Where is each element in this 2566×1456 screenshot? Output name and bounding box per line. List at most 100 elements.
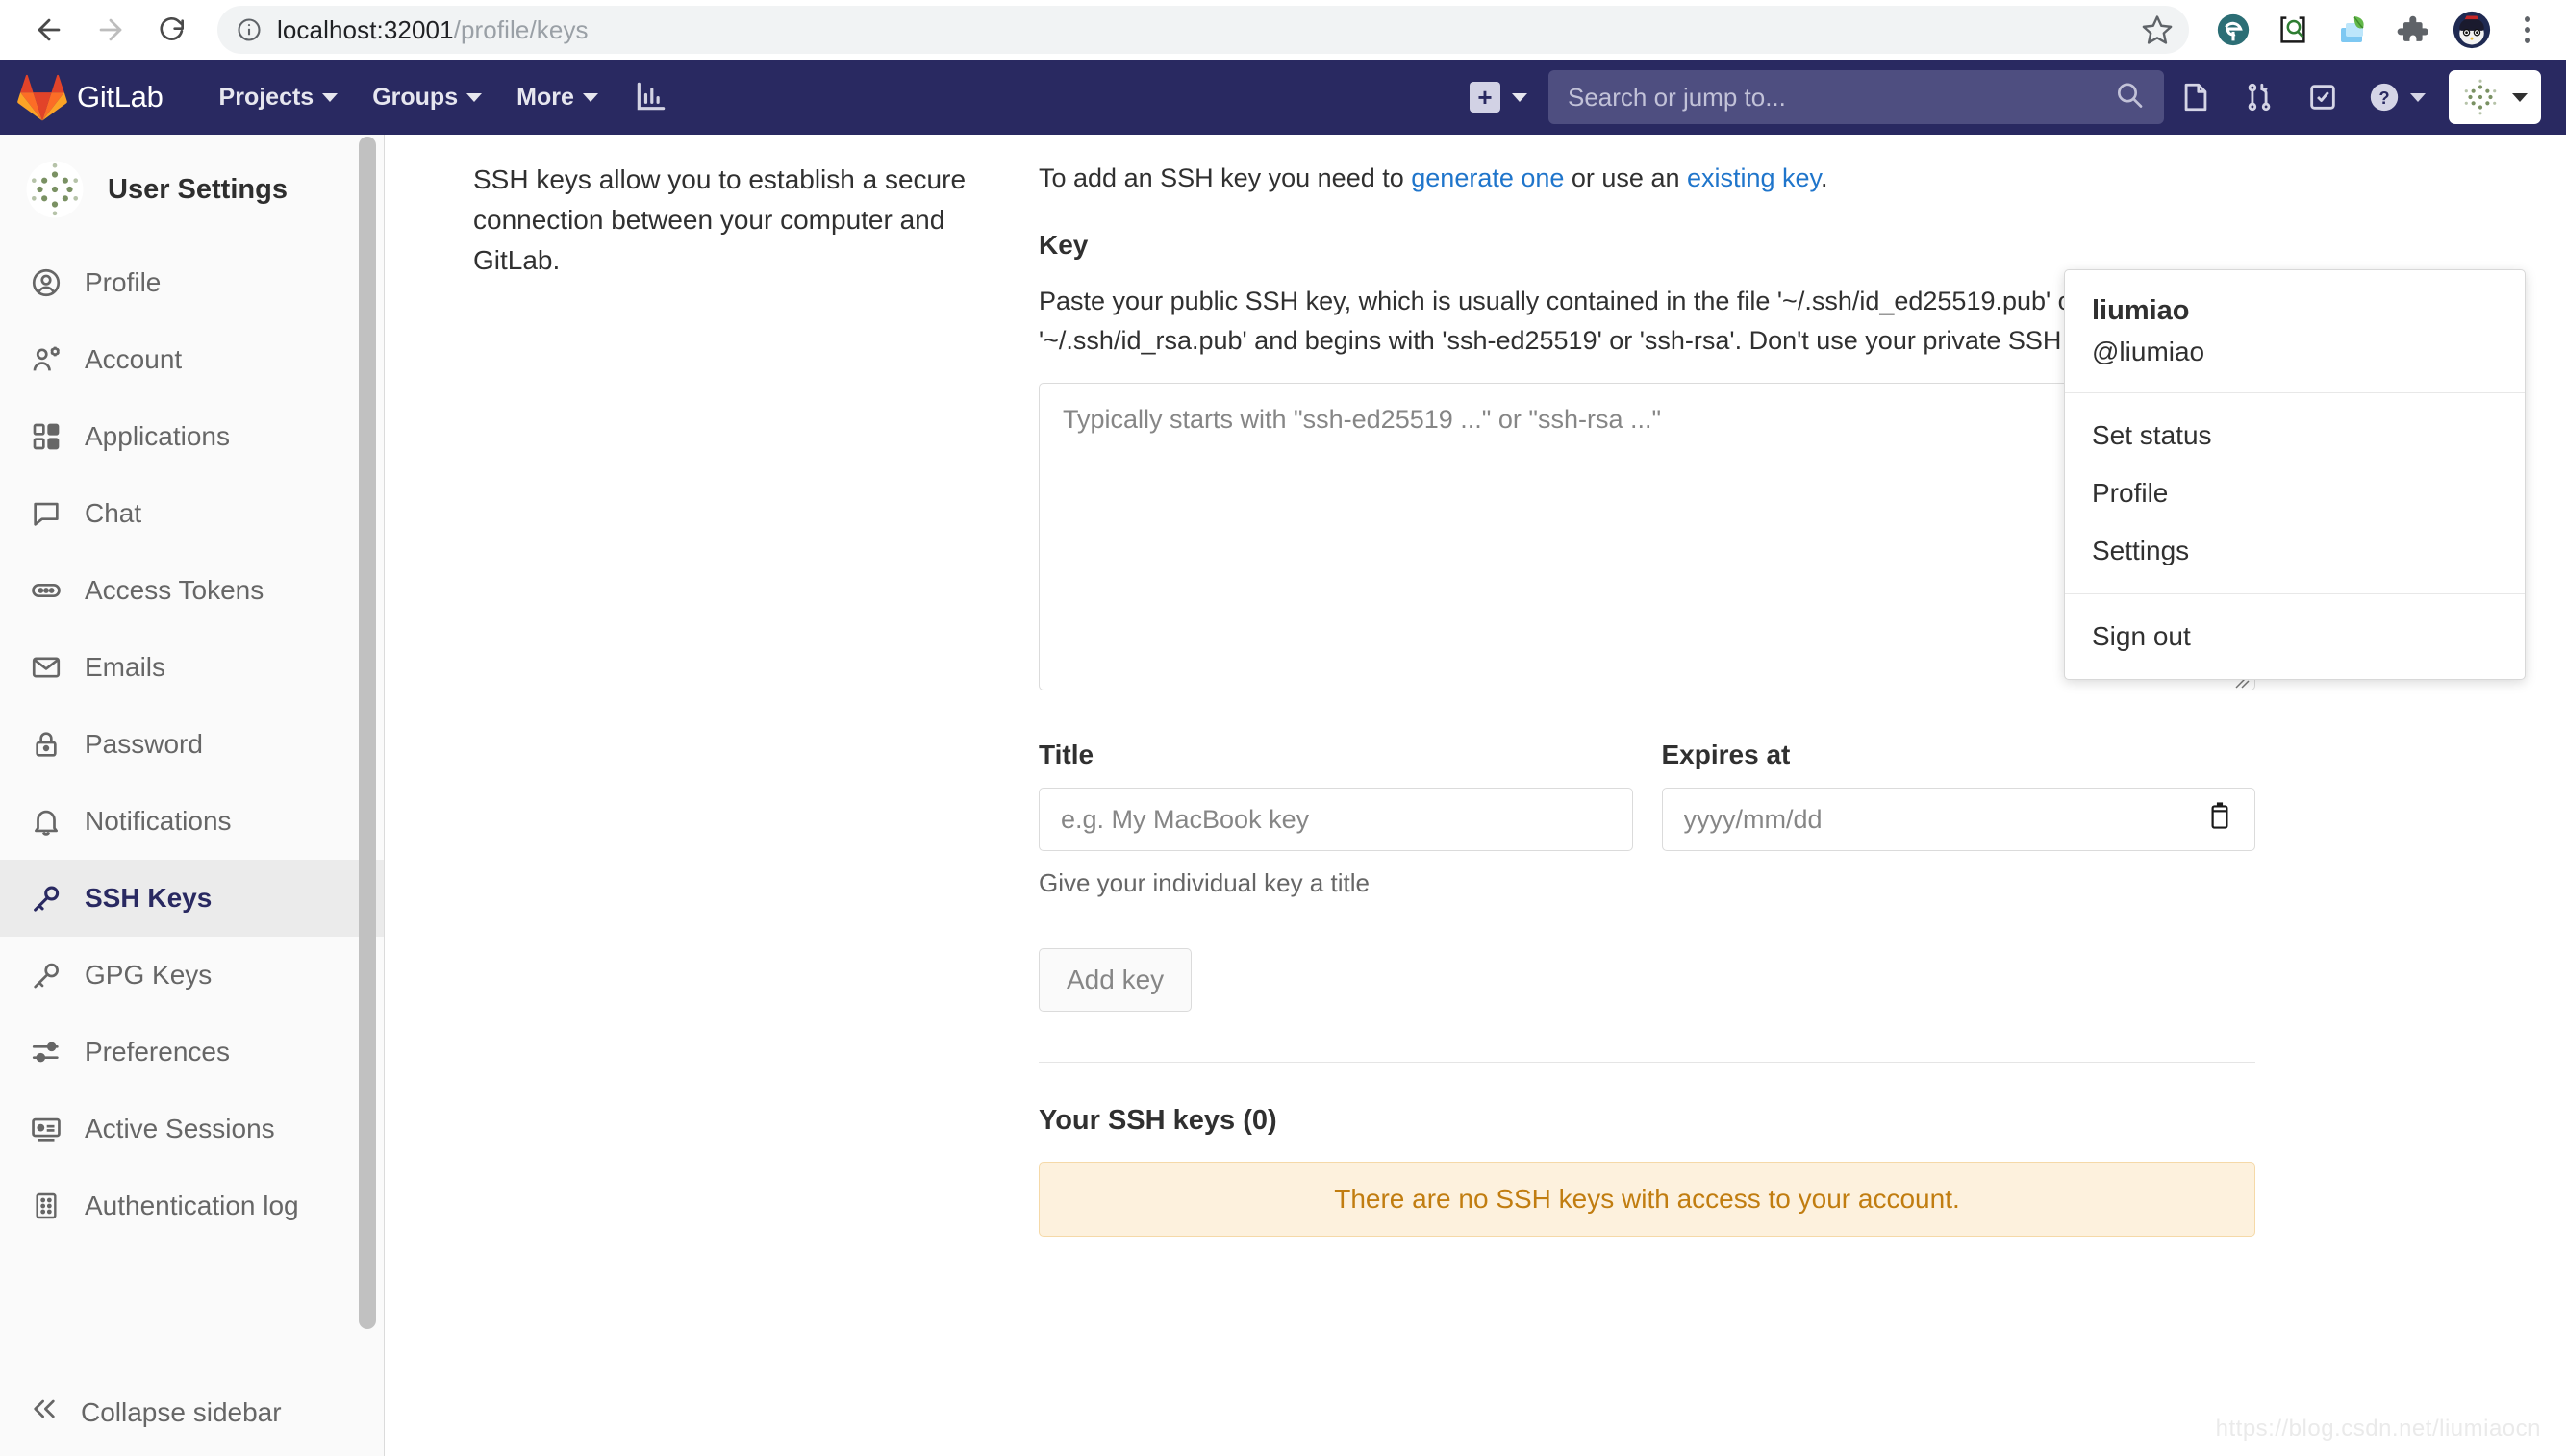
chat-icon (29, 496, 63, 531)
nav-projects-label: Projects (218, 83, 314, 111)
expires-field-group: Expires at (1661, 740, 2255, 898)
nav-more-label: More (516, 83, 574, 111)
new-item-button[interactable]: + (1470, 82, 1527, 113)
sidebar-item-active-sessions[interactable]: Active Sessions (0, 1091, 384, 1167)
collapse-sidebar-button[interactable]: Collapse sidebar (0, 1368, 384, 1456)
star-icon[interactable] (2141, 13, 2174, 46)
nav-more[interactable]: More (499, 74, 616, 121)
sidebar-item-preferences[interactable]: Preferences (0, 1014, 384, 1091)
preferences-icon (29, 1035, 63, 1069)
sidebar-item-password[interactable]: Password (0, 706, 384, 783)
todos-icon[interactable] (2291, 65, 2354, 129)
url-path: /profile/keys (453, 14, 589, 44)
sidebar-item-emails[interactable]: Emails (0, 629, 384, 706)
lead-middle: or use an (1564, 163, 1687, 192)
edge-extension-icon[interactable] (2214, 11, 2252, 49)
nav-groups[interactable]: Groups (355, 74, 499, 121)
leaf-extension-icon[interactable] (2333, 11, 2372, 49)
lead-prefix: To add an SSH key you need to (1039, 163, 1412, 192)
sidebar-item-profile[interactable]: Profile (0, 244, 384, 321)
address-bar[interactable]: localhost:32001/profile/keys (217, 6, 2189, 54)
dropdown-item-sign-out[interactable]: Sign out (2065, 608, 2525, 665)
browser-extensions (2204, 11, 2491, 49)
page-title: User Settings (108, 173, 288, 205)
chevron-down-icon (2410, 92, 2426, 102)
sidebar-item-authentication-log[interactable]: Authentication log (0, 1167, 384, 1244)
search-input[interactable]: Search or jump to... (1548, 70, 2164, 124)
expires-date-input[interactable] (1661, 788, 2255, 852)
nav-groups-label: Groups (372, 83, 459, 111)
add-key-instructions: To add an SSH key you need to generate o… (1039, 160, 2255, 197)
back-arrow-icon[interactable] (21, 2, 77, 58)
forward-arrow-icon[interactable] (83, 2, 138, 58)
sidebar-item-chat[interactable]: Chat (0, 475, 384, 552)
sidebar-item-access-tokens[interactable]: Access Tokens (0, 552, 384, 629)
help-icon[interactable]: ? (2354, 81, 2433, 113)
browser-toolbar: localhost:32001/profile/keys (0, 0, 2566, 60)
dropdown-item-settings[interactable]: Settings (2065, 522, 2525, 580)
dropdown-group-primary: Set status Profile Settings (2065, 393, 2525, 594)
collapse-sidebar-label: Collapse sidebar (81, 1396, 282, 1427)
issues-icon[interactable] (2164, 65, 2227, 129)
sidebar-item-label: Preferences (85, 1037, 230, 1067)
existing-key-link[interactable]: existing key (1687, 163, 1821, 192)
dropdown-item-set-status[interactable]: Set status (2065, 407, 2525, 464)
account-icon (29, 342, 63, 377)
merge-requests-icon[interactable] (2227, 65, 2291, 129)
sidebar-scroll-area: User Settings Profile Account Applicatio… (0, 135, 384, 1368)
puzzle-extensions-icon[interactable] (2393, 11, 2431, 49)
profile-icon (29, 265, 63, 300)
sidebar-item-notifications[interactable]: Notifications (0, 783, 384, 860)
sidebar-item-applications[interactable]: Applications (0, 398, 384, 475)
title-field-group: Title Give your individual key a title (1039, 740, 1633, 898)
sidebar-item-label: GPG Keys (85, 960, 213, 990)
dropdown-item-profile[interactable]: Profile (2065, 464, 2525, 522)
title-field-label: Title (1039, 740, 1094, 770)
gitlab-navbar: GitLab Projects Groups More + Search or … (0, 60, 2566, 135)
sidebar-item-label: SSH Keys (85, 883, 213, 913)
ssh-keys-description: SSH keys allow you to establish a secure… (473, 164, 967, 275)
sidebar-item-label: Emails (85, 652, 166, 682)
title-expires-row: Title Give your individual key a title E… (1039, 740, 2255, 898)
sidebar-item-gpg-keys[interactable]: GPG Keys (0, 937, 384, 1014)
info-circle-icon[interactable] (235, 15, 264, 44)
settings-sidebar: User Settings Profile Account Applicatio… (0, 135, 385, 1456)
user-avatar (26, 161, 84, 218)
your-ssh-keys-title: Your SSH keys (0) (1039, 1105, 1277, 1137)
sidebar-item-ssh-keys[interactable]: SSH Keys (0, 860, 384, 937)
add-key-button[interactable]: Add key (1039, 948, 1193, 1013)
dropdown-user-info: liumiao @liumiao (2065, 270, 2525, 393)
lock-icon (29, 727, 63, 762)
browser-profile-avatar[interactable] (2453, 11, 2491, 49)
lead-suffix: . (1821, 163, 1828, 192)
generate-one-link[interactable]: generate one (1411, 163, 1564, 192)
monitor-icon (29, 1112, 63, 1146)
nav-projects[interactable]: Projects (202, 74, 356, 121)
watermark-text: https://blog.csdn.net/liumiaocn (2215, 1416, 2541, 1442)
search-placeholder: Search or jump to... (1568, 82, 1786, 112)
expires-input-wrapper (1661, 788, 2255, 852)
search-extension-icon[interactable] (2274, 11, 2312, 49)
sidebar-scrollbar-thumb[interactable] (359, 137, 376, 1329)
calendar-icon[interactable] (2205, 802, 2234, 838)
sidebar-item-label: Account (85, 344, 183, 374)
chevron-down-icon (322, 92, 339, 102)
key-icon (29, 881, 63, 916)
sidebar-scrollbar[interactable] (359, 137, 376, 1329)
three-dots-menu-icon[interactable] (2510, 9, 2545, 51)
search-icon (2114, 80, 2145, 115)
sidebar-item-account[interactable]: Account (0, 321, 384, 398)
chevron-down-icon (582, 92, 598, 102)
svg-text:?: ? (2378, 88, 2389, 108)
plus-icon: + (1470, 82, 1500, 113)
analytics-chart-icon[interactable] (633, 78, 671, 116)
applications-icon (29, 419, 63, 454)
sidebar-item-label: Password (85, 729, 203, 759)
expires-field-label: Expires at (1661, 740, 1791, 770)
gitlab-logo-icon[interactable] (17, 73, 67, 121)
sidebar-item-label: Active Sessions (85, 1114, 275, 1143)
user-menu-button[interactable] (2449, 70, 2541, 124)
url-text: localhost:32001/profile/keys (277, 15, 589, 45)
reload-icon[interactable] (144, 2, 200, 58)
title-input[interactable] (1039, 788, 1633, 852)
